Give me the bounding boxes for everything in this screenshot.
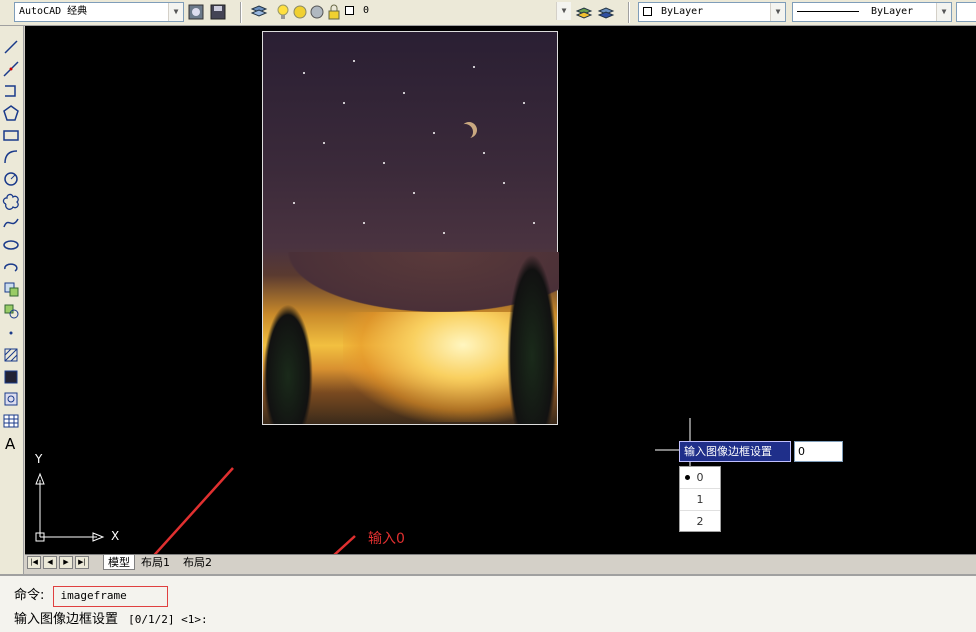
color-swatch [643,6,652,16]
layer-thaw-sun-icon[interactable] [291,3,309,21]
option-item[interactable]: 2 [680,511,720,533]
ellipse-arc-icon[interactable] [2,258,20,276]
polygon-icon[interactable] [2,104,20,122]
top-toolbar: AutoCAD 经典 ▼ 0 ▼ ByLayer ▼ ByLayer ▼ [0,0,976,26]
tab-layout1[interactable]: 布局1 [137,555,174,570]
workspace-settings-icon[interactable] [187,3,205,21]
lineweight-dropdown[interactable] [956,2,976,22]
annotation-arrows [153,467,356,554]
construction-line-icon[interactable] [2,60,20,78]
point-icon[interactable] [2,324,20,342]
chevron-down-icon[interactable]: ▼ [770,3,785,21]
hatch-icon[interactable] [2,346,20,364]
gradient-icon[interactable] [2,368,20,386]
linetype-value: ByLayer [871,6,914,17]
color-dropdown[interactable]: ByLayer ▼ [638,2,786,22]
prev-tab-icon[interactable]: ◀ [43,556,57,569]
multiline-text-icon[interactable]: A [2,434,20,452]
revision-cloud-icon[interactable] [2,192,20,210]
workspace-save-icon[interactable] [209,3,227,21]
command-prompt-line[interactable]: 输入图像边框设置 [0/1/2] <1>: [14,611,208,629]
arc-icon[interactable] [2,148,20,166]
linetype-dropdown[interactable]: ByLayer ▼ [792,2,952,22]
layer-color-swatch [345,5,354,15]
drawing-canvas[interactable]: Y X 输入图像边框设置 0 0 1 2 [25,26,976,554]
spline-icon[interactable] [2,214,20,232]
chevron-down-icon[interactable]: ▼ [936,3,951,21]
table-icon[interactable] [2,412,20,430]
layout-tab-bar: |◀ ◀ ▶ ▶| 模型 布局1 布局2 [25,554,976,570]
highlight-box [53,586,168,607]
layer-previous-icon[interactable] [597,3,615,21]
selected-bullet-icon [685,475,690,480]
tab-layout2[interactable]: 布局2 [179,555,216,570]
ellipse-icon[interactable] [2,236,20,254]
draw-toolbar: A [0,26,24,574]
command-prompt-text: 输入图像边框设置 [14,612,119,627]
next-tab-icon[interactable]: ▶ [59,556,73,569]
toolbar-separator [628,2,630,23]
workspace-dropdown[interactable]: AutoCAD 经典 ▼ [14,2,184,22]
make-current-layer-icon[interactable] [575,3,593,21]
layer-dropdown[interactable]: 0 ▼ [341,2,571,22]
dynamic-options-list: 0 1 2 [679,466,721,532]
rectangle-icon[interactable] [2,126,20,144]
layer-viewport-icon[interactable] [308,3,326,21]
line-icon[interactable] [2,38,20,56]
layer-on-lightbulb-icon[interactable] [274,3,292,21]
last-tab-icon[interactable]: ▶| [75,556,89,569]
command-prefix: 命令: [14,588,45,603]
dynamic-prompt-input[interactable]: 0 [794,441,843,462]
workspace-value: AutoCAD 经典 [19,6,88,17]
polyline-icon[interactable] [2,82,20,100]
insert-block-icon[interactable] [2,280,20,298]
chevron-down-icon[interactable]: ▼ [556,2,571,20]
layer-value: 0 [363,5,370,16]
make-block-icon[interactable] [2,302,20,320]
option-item[interactable]: 1 [680,489,720,511]
linetype-sample [797,10,859,12]
svg-text:A: A [5,435,16,452]
option-item[interactable]: 0 [680,467,720,489]
toolbar-separator [240,2,242,23]
tab-model[interactable]: 模型 [103,555,135,570]
circle-icon[interactable] [2,170,20,188]
region-icon[interactable] [2,390,20,408]
annotation-label: 输入0 [368,531,405,547]
dynamic-prompt-label: 输入图像边框设置 [679,441,791,462]
first-tab-icon[interactable]: |◀ [27,556,41,569]
layer-properties-icon[interactable] [250,3,268,21]
color-value: ByLayer [661,6,704,17]
command-prompt-options: [0/1/2] <1>: [128,613,208,626]
command-window[interactable]: 命令: imageframe 输入图像边框设置 [0/1/2] <1>: [0,574,976,632]
chevron-down-icon[interactable]: ▼ [168,3,183,21]
